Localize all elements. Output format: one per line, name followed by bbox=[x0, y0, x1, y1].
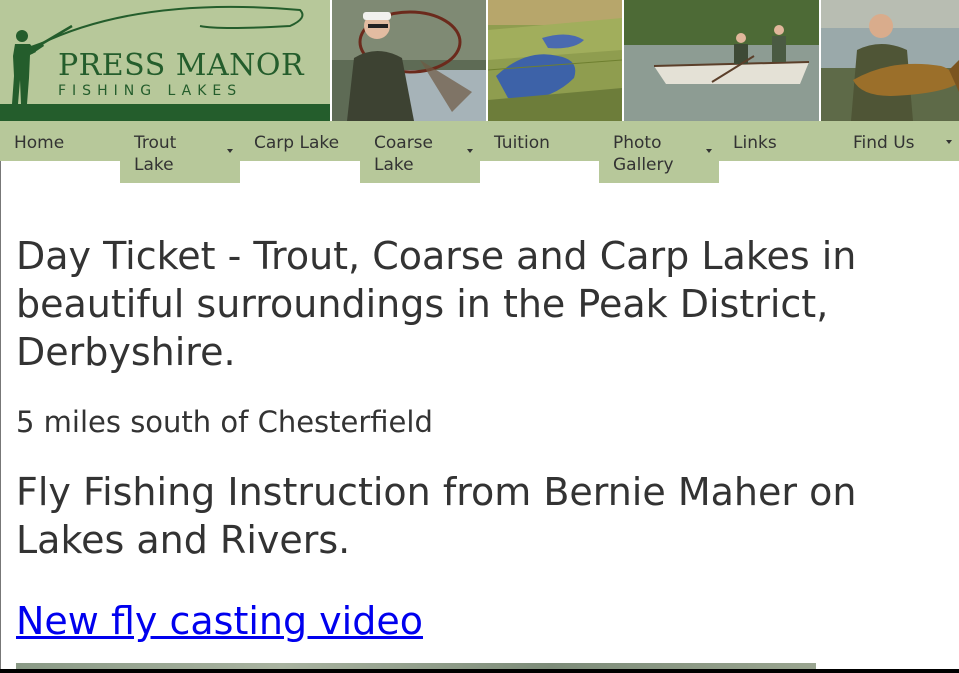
nav-item-photo-gallery[interactable]: Photo Gallery bbox=[599, 121, 719, 183]
nav-item-label: Carp Lake bbox=[254, 133, 340, 153]
nav-item-label: Tuition bbox=[494, 133, 550, 153]
location-text: 5 miles south of Chesterfield bbox=[16, 405, 433, 439]
logo-bottom-bar bbox=[0, 104, 330, 121]
nav-item-label: Links bbox=[733, 133, 777, 153]
dropdown-caret-icon bbox=[706, 149, 712, 153]
logo-subtitle: FISHING LAKES bbox=[58, 83, 243, 99]
instruction-heading: Fly Fishing Instruction from Bernie Mahe… bbox=[16, 470, 857, 562]
dropdown-caret-icon bbox=[946, 140, 952, 144]
nav-item-label: Coarse Lake bbox=[374, 133, 433, 175]
window-bottom-edge bbox=[0, 669, 959, 673]
nav-item-find-us[interactable]: Find Us bbox=[839, 121, 959, 161]
nav-item-label: Photo Gallery bbox=[613, 133, 674, 175]
main-nav: Home Trout Lake Carp Lake Coarse Lake Tu… bbox=[0, 121, 959, 183]
nav-item-home[interactable]: Home bbox=[0, 121, 120, 161]
fly-casting-video-link[interactable]: New fly casting video bbox=[16, 598, 423, 644]
nav-item-carp-lake[interactable]: Carp Lake bbox=[240, 121, 360, 161]
nav-item-trout-lake[interactable]: Trout Lake bbox=[120, 121, 240, 183]
nav-item-coarse-lake[interactable]: Coarse Lake bbox=[360, 121, 480, 183]
header-photo-carp bbox=[821, 0, 959, 121]
nav-item-links[interactable]: Links bbox=[719, 121, 839, 161]
nav-item-tuition[interactable]: Tuition bbox=[480, 121, 599, 161]
nav-item-label: Find Us bbox=[853, 133, 915, 153]
site-logo[interactable]: PRESS MANOR FISHING LAKES bbox=[0, 0, 330, 121]
nav-item-label: Home bbox=[14, 133, 65, 153]
dropdown-caret-icon bbox=[467, 149, 473, 153]
main-content: Day Ticket - Trout, Coarse and Carp Lake… bbox=[16, 232, 946, 644]
site-header: PRESS MANOR FISHING LAKES bbox=[0, 0, 959, 121]
header-photo-boat bbox=[624, 0, 819, 121]
dropdown-caret-icon bbox=[227, 149, 233, 153]
header-photo-angler-net bbox=[332, 0, 486, 121]
page-headline: Day Ticket - Trout, Coarse and Carp Lake… bbox=[16, 234, 857, 374]
logo-title: PRESS MANOR bbox=[58, 48, 305, 83]
header-photo-aerial-lakes bbox=[488, 0, 622, 121]
nav-item-label: Trout Lake bbox=[134, 133, 177, 175]
